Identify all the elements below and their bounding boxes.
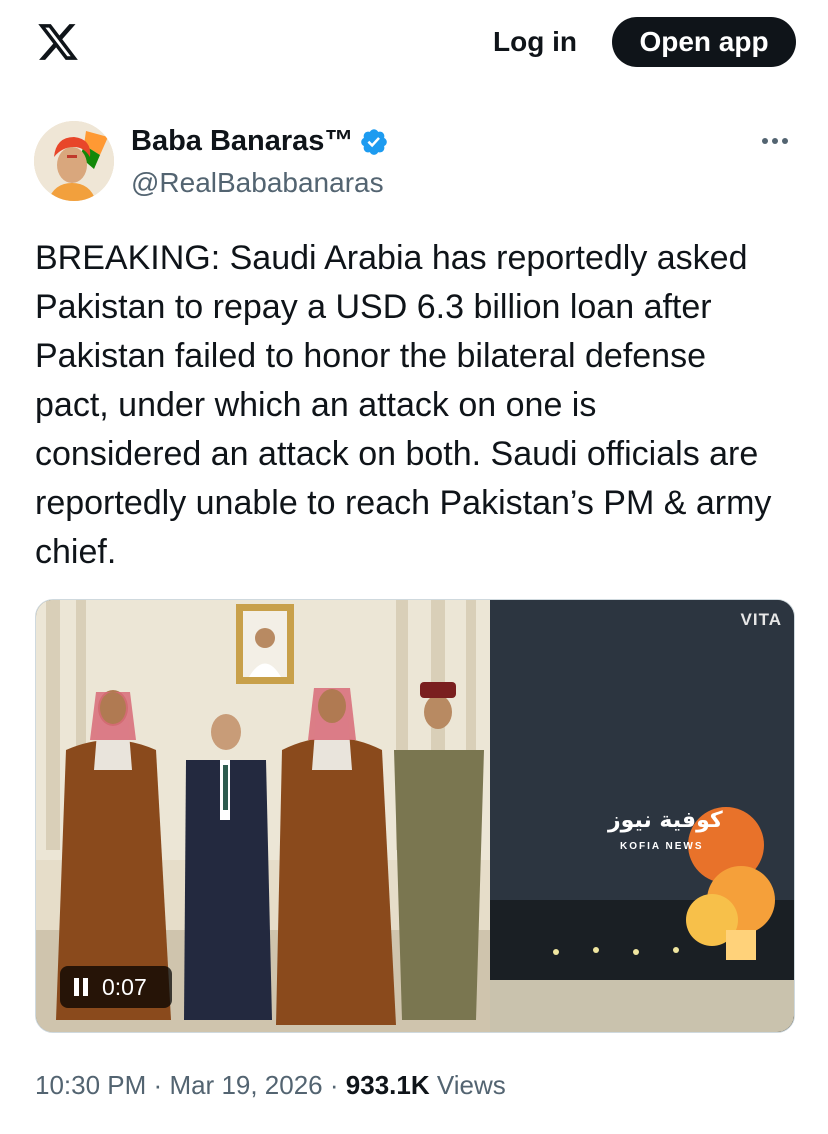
views-count: 933.1K bbox=[345, 1070, 430, 1100]
meta-separator: · bbox=[153, 1070, 163, 1100]
login-link[interactable]: Log in bbox=[493, 26, 577, 58]
media-watermark: VITA bbox=[740, 610, 782, 629]
media-overlay-english: KOFIA NEWS bbox=[620, 841, 704, 852]
author-handle[interactable]: @RealBababanaras bbox=[131, 167, 384, 199]
tweet-date[interactable]: Mar 19, 2026 bbox=[169, 1070, 322, 1100]
views-label: Views bbox=[436, 1070, 506, 1100]
tweet-time[interactable]: 10:30 PM bbox=[35, 1070, 146, 1100]
verified-badge-icon bbox=[361, 128, 388, 155]
more-options-icon[interactable] bbox=[758, 128, 792, 154]
tweet-media[interactable]: VITA كوفية نيوز KOFIA NEWS 0:07 bbox=[35, 599, 795, 1033]
avatar[interactable] bbox=[34, 121, 114, 201]
author-name[interactable]: Baba Banaras™ bbox=[131, 125, 353, 158]
meta-separator: · bbox=[329, 1070, 339, 1100]
x-logo-icon[interactable] bbox=[36, 20, 80, 64]
top-bar: Log in Open app bbox=[0, 0, 828, 84]
video-time: 0:07 bbox=[102, 973, 147, 1000]
media-overlay-arabic: كوفية نيوز bbox=[608, 808, 723, 833]
tweet-text: BREAKING: Saudi Arabia has reportedly as… bbox=[35, 239, 772, 571]
video-player-control[interactable]: 0:07 bbox=[60, 966, 172, 1008]
open-app-button[interactable]: Open app bbox=[612, 17, 796, 67]
tweet-meta: 10:30 PM · Mar 19, 2026 · 933.1K Views bbox=[35, 1070, 506, 1101]
author-name-row[interactable]: Baba Banaras™ bbox=[131, 125, 389, 158]
pause-icon[interactable] bbox=[74, 978, 88, 996]
